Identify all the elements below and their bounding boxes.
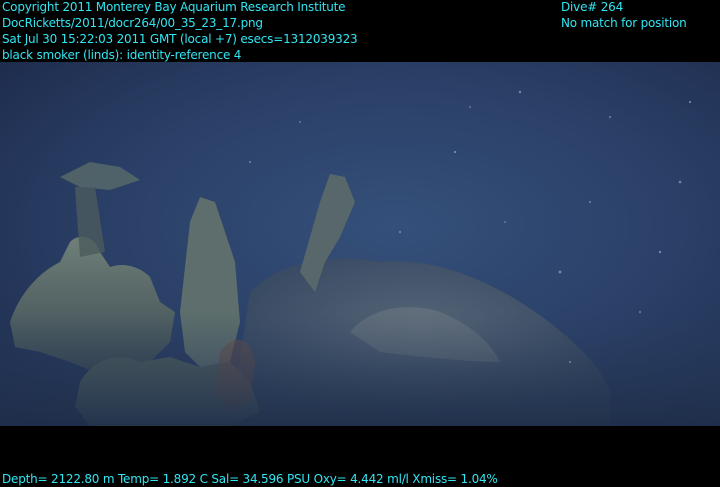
underwater-scene [0, 62, 720, 426]
image-path-text: DocRicketts/2011/docr264/00_35_23_17.png [2, 16, 263, 30]
timestamp-text: Sat Jul 30 15:22:03 2011 GMT (local +7) … [2, 32, 358, 46]
video-frame: Copyright 2011 Monterey Bay Aquarium Res… [0, 0, 720, 486]
annotation-text: black smoker (linds): identity-reference… [2, 48, 242, 62]
dive-number-text: Dive# 264 [561, 0, 624, 14]
telemetry-text: Depth= 2122.80 m Temp= 1.892 C Sal= 34.5… [2, 472, 498, 486]
copyright-text: Copyright 2011 Monterey Bay Aquarium Res… [2, 0, 346, 14]
position-status-text: No match for position [561, 16, 687, 30]
seafloor-haze [0, 312, 720, 426]
